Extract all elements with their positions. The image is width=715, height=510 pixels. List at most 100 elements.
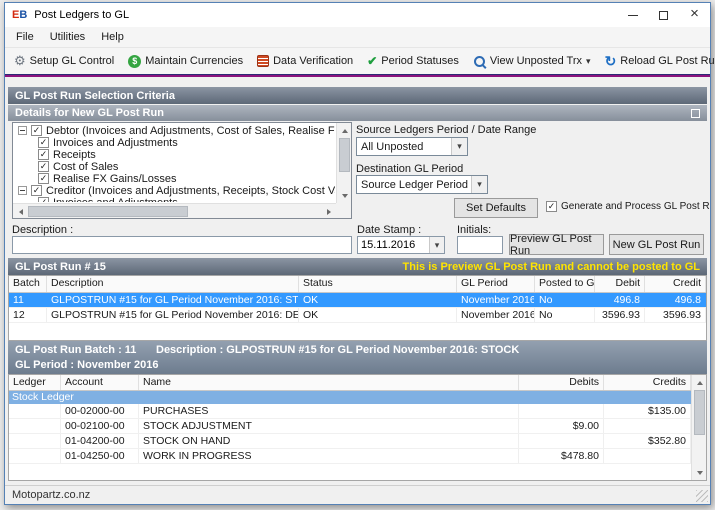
collapse-toggle-icon[interactable] <box>18 126 27 135</box>
tree-item-realise-fx[interactable]: Realise FX Gains/Losses <box>14 172 335 185</box>
tree-item-label: Creditor (Invoices and Adjustments, Rece… <box>46 184 335 197</box>
column-header-debit[interactable]: Debit <box>595 276 645 292</box>
scroll-down-button[interactable] <box>337 188 352 203</box>
chevron-down-icon <box>586 56 591 67</box>
maximize-button[interactable] <box>648 3 679 27</box>
column-header-credit[interactable]: Credit <box>645 276 706 292</box>
cell-credits <box>604 449 691 463</box>
scroll-right-button[interactable] <box>321 204 336 219</box>
scrollbar-corner <box>336 203 351 218</box>
period-statuses-button[interactable]: Period Statuses <box>362 51 464 71</box>
preview-gl-post-run-button[interactable]: Preview GL Post Run <box>509 233 604 257</box>
tree-item-debtor[interactable]: Debtor (Invoices and Adjustments, Cost o… <box>14 125 335 137</box>
generate-process-checkbox[interactable]: Generate and Process GL Post Run <box>546 201 710 212</box>
source-period-label: Source Ledgers Period / Date Range <box>356 124 537 136</box>
date-stamp-input[interactable] <box>358 237 429 253</box>
collapse-toggle-icon[interactable] <box>18 186 27 195</box>
right-triangle-icon <box>326 208 331 215</box>
destination-period-dropdown[interactable]: Source Ledger Period <box>356 175 488 194</box>
scroll-left-button[interactable] <box>13 204 28 219</box>
menu-file[interactable]: File <box>8 28 42 46</box>
checkbox-checked-icon[interactable] <box>31 125 42 136</box>
collapse-panel-icon[interactable] <box>691 108 700 118</box>
cell-debits <box>519 404 604 418</box>
cell-account: 01-04200-00 <box>61 434 139 448</box>
tree-item-creditor[interactable]: Creditor (Invoices and Adjustments, Rece… <box>14 184 335 197</box>
maintain-currencies-button[interactable]: Maintain Currencies <box>123 52 248 71</box>
scrollbar-thumb[interactable] <box>339 138 350 172</box>
table-row[interactable]: 00-02000-00 PURCHASES $135.00 <box>9 404 691 419</box>
detail-vertical-scrollbar[interactable] <box>691 375 706 480</box>
title-bar[interactable]: EB Post Ledgers to GL <box>5 3 710 27</box>
dropdown-arrow-icon[interactable] <box>451 138 467 155</box>
column-header-name[interactable]: Name <box>139 375 519 390</box>
checkbox-checked-icon[interactable] <box>38 197 49 202</box>
reload-gl-post-run-button[interactable]: Reload GL Post Run <box>600 50 715 73</box>
date-stamp-field[interactable] <box>357 236 445 254</box>
close-button[interactable] <box>679 3 710 27</box>
checkbox-checked-icon[interactable] <box>38 173 49 184</box>
tree-item-receipts[interactable]: Receipts <box>14 148 335 161</box>
description-input[interactable] <box>12 236 352 254</box>
scrollbar-thumb[interactable] <box>28 206 188 217</box>
status-bar: Motopartz.co.nz <box>5 485 710 504</box>
column-header-debits[interactable]: Debits <box>519 375 604 390</box>
cell-debits <box>519 434 604 448</box>
column-header-posted[interactable]: Posted to GL <box>535 276 595 292</box>
menu-help[interactable]: Help <box>93 28 132 46</box>
checkbox-checked-icon[interactable] <box>546 201 557 212</box>
column-header-gl-period[interactable]: GL Period <box>457 276 535 292</box>
dropdown-arrow-icon[interactable] <box>471 176 487 193</box>
table-row[interactable]: 00-02100-00 STOCK ADJUSTMENT $9.00 <box>9 419 691 434</box>
table-row[interactable]: 01-04200-00 STOCK ON HAND $352.80 <box>9 434 691 449</box>
table-row[interactable]: 01-04250-00 WORK IN PROGRESS $478.80 <box>9 449 691 464</box>
calendar-dropdown-icon[interactable] <box>429 237 444 253</box>
column-header-description[interactable]: Description <box>47 276 299 292</box>
resize-grip[interactable] <box>696 490 708 502</box>
view-unposted-trx-button[interactable]: View Unposted Trx <box>468 52 596 71</box>
column-header-batch[interactable]: Batch <box>9 276 47 292</box>
details-subheader: Details for New GL Post Run <box>8 105 707 121</box>
tree-item-label: Debtor (Invoices and Adjustments, Cost o… <box>46 125 335 137</box>
checkbox-checked-icon[interactable] <box>31 185 42 196</box>
column-header-ledger[interactable]: Ledger <box>9 375 61 390</box>
group-row-stock-ledger[interactable]: Stock Ledger <box>9 391 691 404</box>
tree-item-invoices-adjustments[interactable]: Invoices and Adjustments <box>14 137 335 149</box>
grid-header-row: Batch Description Status GL Period Poste… <box>9 276 706 293</box>
currency-icon <box>128 54 142 68</box>
down-triangle-icon <box>341 193 348 198</box>
tree-item-creditor-invoices[interactable]: Invoices and Adjustments <box>14 197 335 202</box>
tree-item-label: Invoices and Adjustments <box>53 197 178 203</box>
data-verification-button[interactable]: Data Verification <box>252 52 358 70</box>
post-run-title: GL Post Run # 15 <box>15 260 106 273</box>
minimize-button[interactable] <box>617 3 648 27</box>
batch-detail-header: GL Post Run Batch : 11 Description : GLP… <box>8 341 707 374</box>
tree-horizontal-scrollbar[interactable] <box>13 203 336 218</box>
down-triangle-icon <box>696 470 703 475</box>
scroll-up-button[interactable] <box>337 123 352 138</box>
tree-item-label: Realise FX Gains/Losses <box>53 172 177 185</box>
menu-utilities[interactable]: Utilities <box>42 28 93 46</box>
table-row[interactable]: 12 GLPOSTRUN #15 for GL Period November … <box>9 308 706 323</box>
column-header-account[interactable]: Account <box>61 375 139 390</box>
scroll-down-button[interactable] <box>692 465 706 480</box>
checkbox-checked-icon[interactable] <box>38 161 49 172</box>
scroll-up-button[interactable] <box>692 375 706 390</box>
checkbox-checked-icon[interactable] <box>38 149 49 160</box>
new-gl-post-run-button[interactable]: New GL Post Run <box>609 234 704 255</box>
column-header-status[interactable]: Status <box>299 276 457 292</box>
app-window: EB Post Ledgers to GL File Utilities Hel… <box>4 2 715 505</box>
tree-vertical-scrollbar[interactable] <box>336 123 351 203</box>
tree-item-cost-of-sales[interactable]: Cost of Sales <box>14 161 335 173</box>
source-period-dropdown[interactable]: All Unposted <box>356 137 468 156</box>
setup-gl-control-button[interactable]: Setup GL Control <box>9 50 119 72</box>
checkbox-checked-icon[interactable] <box>38 137 49 148</box>
tree-item-label: Receipts <box>53 148 96 161</box>
tool-label: View Unposted Trx <box>489 55 583 67</box>
column-header-credits[interactable]: Credits <box>604 375 691 390</box>
initials-input[interactable] <box>457 236 503 254</box>
table-row-selected[interactable]: 11 GLPOSTRUN #15 for GL Period November … <box>9 293 706 308</box>
set-defaults-button[interactable]: Set Defaults <box>454 198 538 218</box>
cell-status: OK <box>299 293 457 307</box>
scrollbar-thumb[interactable] <box>694 390 705 435</box>
